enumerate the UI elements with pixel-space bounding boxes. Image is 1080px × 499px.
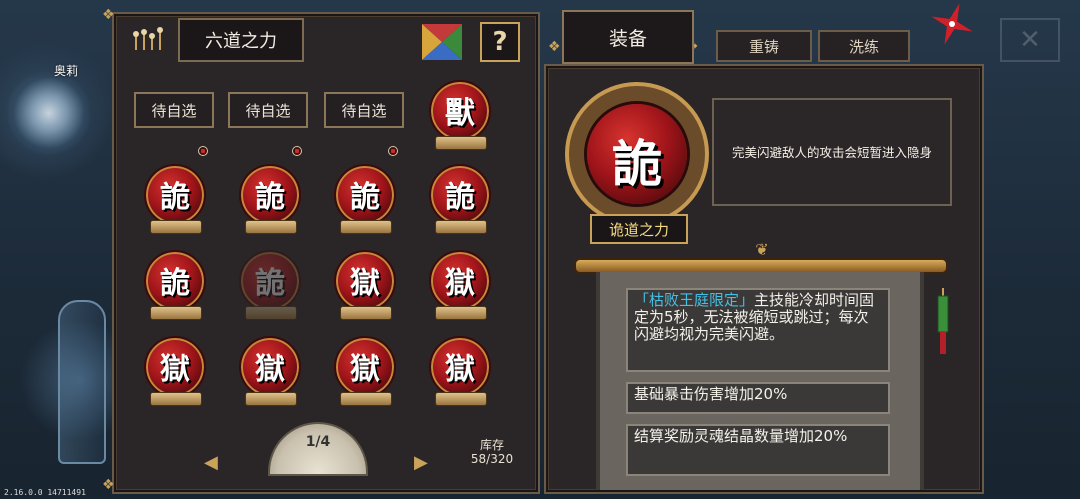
medal-slot[interactable]: 獄 [332, 334, 398, 408]
selected-medal-glyph: 詭 [612, 134, 662, 193]
medal-slot[interactable]: 詭 [237, 162, 303, 236]
medal-glyph: 獄 [255, 352, 285, 387]
pending-slot[interactable]: 待自选 [228, 92, 308, 128]
medal-slot[interactable]: 詭 [332, 162, 398, 236]
effect-item: 结算奖励灵魂结晶数量增加20% [626, 424, 890, 476]
panel-title: 六道之力 [178, 18, 304, 62]
medal-glyph: 詭 [350, 180, 380, 215]
medal-slot[interactable]: 詭 [142, 162, 208, 236]
medal-stand [435, 306, 487, 320]
corner-ornament: ❖ [102, 477, 115, 493]
medal-stand [150, 306, 202, 320]
medal-stand [245, 220, 297, 234]
medal-slot[interactable]: 詭 [427, 162, 493, 236]
pending-slot[interactable]: 待自选 [324, 92, 404, 128]
storage-label: 库存 [479, 438, 504, 452]
version-label: 2.16.0.0 14711491 [4, 488, 86, 497]
medal-stand [435, 220, 487, 234]
tab-refine[interactable]: 洗练 [818, 30, 910, 62]
page-navigator: ◀ 1/4 ▶ [204, 422, 434, 482]
storage-count: 58/320 [470, 452, 514, 466]
medal-glyph: 獸 [445, 96, 475, 131]
corner-ornament: ❖ [102, 7, 115, 23]
medal-glyph: 詭 [160, 180, 190, 215]
effect-item: 「枯败王庭限定」主技能冷却时间固定为5秒，无法被缩短或跳过；每次闪避均视为完美闪… [626, 288, 890, 372]
medal-stand [340, 220, 392, 234]
character-sprite [8, 78, 90, 156]
shuriken-icon [931, 3, 973, 45]
medal-slot[interactable]: 獄 [237, 334, 303, 408]
medal-glyph: 獄 [350, 266, 380, 301]
medal-slot[interactable]: 獄 [142, 334, 208, 408]
medal-glyph: 獄 [160, 352, 190, 387]
medal-glyph: 獄 [350, 352, 380, 387]
tab-reforge[interactable]: 重铸 [716, 30, 812, 62]
tab-equip[interactable]: 装备 [562, 10, 694, 64]
medal-description-box: 完美闪避敌人的攻击会短暂进入隐身 [712, 98, 952, 206]
medal-glyph: 詭 [445, 180, 475, 215]
medal-stand [245, 392, 297, 406]
effect-item: 基础暴击伤害增加20% [626, 382, 890, 414]
effect-highlight: 「枯败王庭限定」 [634, 291, 755, 309]
medal-glyph: 詭 [255, 266, 285, 301]
selected-medal-name: 诡道之力 [590, 214, 688, 244]
medal-stand [245, 306, 297, 320]
medal-glyph: 獄 [445, 352, 475, 387]
glass-tube-decoration [58, 300, 106, 464]
selected-medal: 詭 [565, 82, 709, 226]
medal-stand [435, 136, 487, 150]
notification-badge [388, 146, 398, 156]
medal-stand [435, 392, 487, 406]
notification-badge [198, 146, 208, 156]
medal-description: 完美闪避敌人的攻击会短暂进入隐身 [731, 144, 932, 160]
medal-stand [150, 220, 202, 234]
effect-text: 结算奖励灵魂结晶数量增加20% [634, 427, 848, 445]
medal-stand [340, 306, 392, 320]
medal-glyph: 詭 [255, 180, 285, 215]
medal-slot[interactable]: 獄 [427, 248, 493, 322]
next-page-arrow-icon[interactable]: ▶ [414, 452, 428, 473]
tangram-icon[interactable] [420, 22, 464, 62]
pending-slot[interactable]: 待自选 [134, 92, 214, 128]
tassel-icon [937, 288, 949, 354]
prev-page-arrow-icon[interactable]: ◀ [204, 452, 218, 473]
stats-icon[interactable] [132, 24, 164, 52]
help-button[interactable]: ? [480, 22, 520, 62]
medal-glyph: 獄 [445, 266, 475, 301]
medal-slot[interactable]: 詭 [237, 248, 303, 322]
effect-text: 基础暴击伤害增加20% [634, 385, 788, 403]
character-name: 奥莉 [54, 64, 79, 78]
medal-stand [150, 392, 202, 406]
close-icon[interactable]: ✕ [1000, 18, 1060, 62]
medal-slot[interactable]: 獄 [427, 334, 493, 408]
medal-stand [340, 392, 392, 406]
corner-ornament: ❖ [548, 39, 561, 55]
page-indicator: 1/4 [305, 434, 331, 450]
medal-glyph: 詭 [160, 266, 190, 301]
medal-slot[interactable]: 獄 [332, 248, 398, 322]
notification-badge [292, 146, 302, 156]
medal-slot[interactable]: 詭 [142, 248, 208, 322]
medal-slot-beast[interactable]: 獸 [427, 78, 493, 152]
